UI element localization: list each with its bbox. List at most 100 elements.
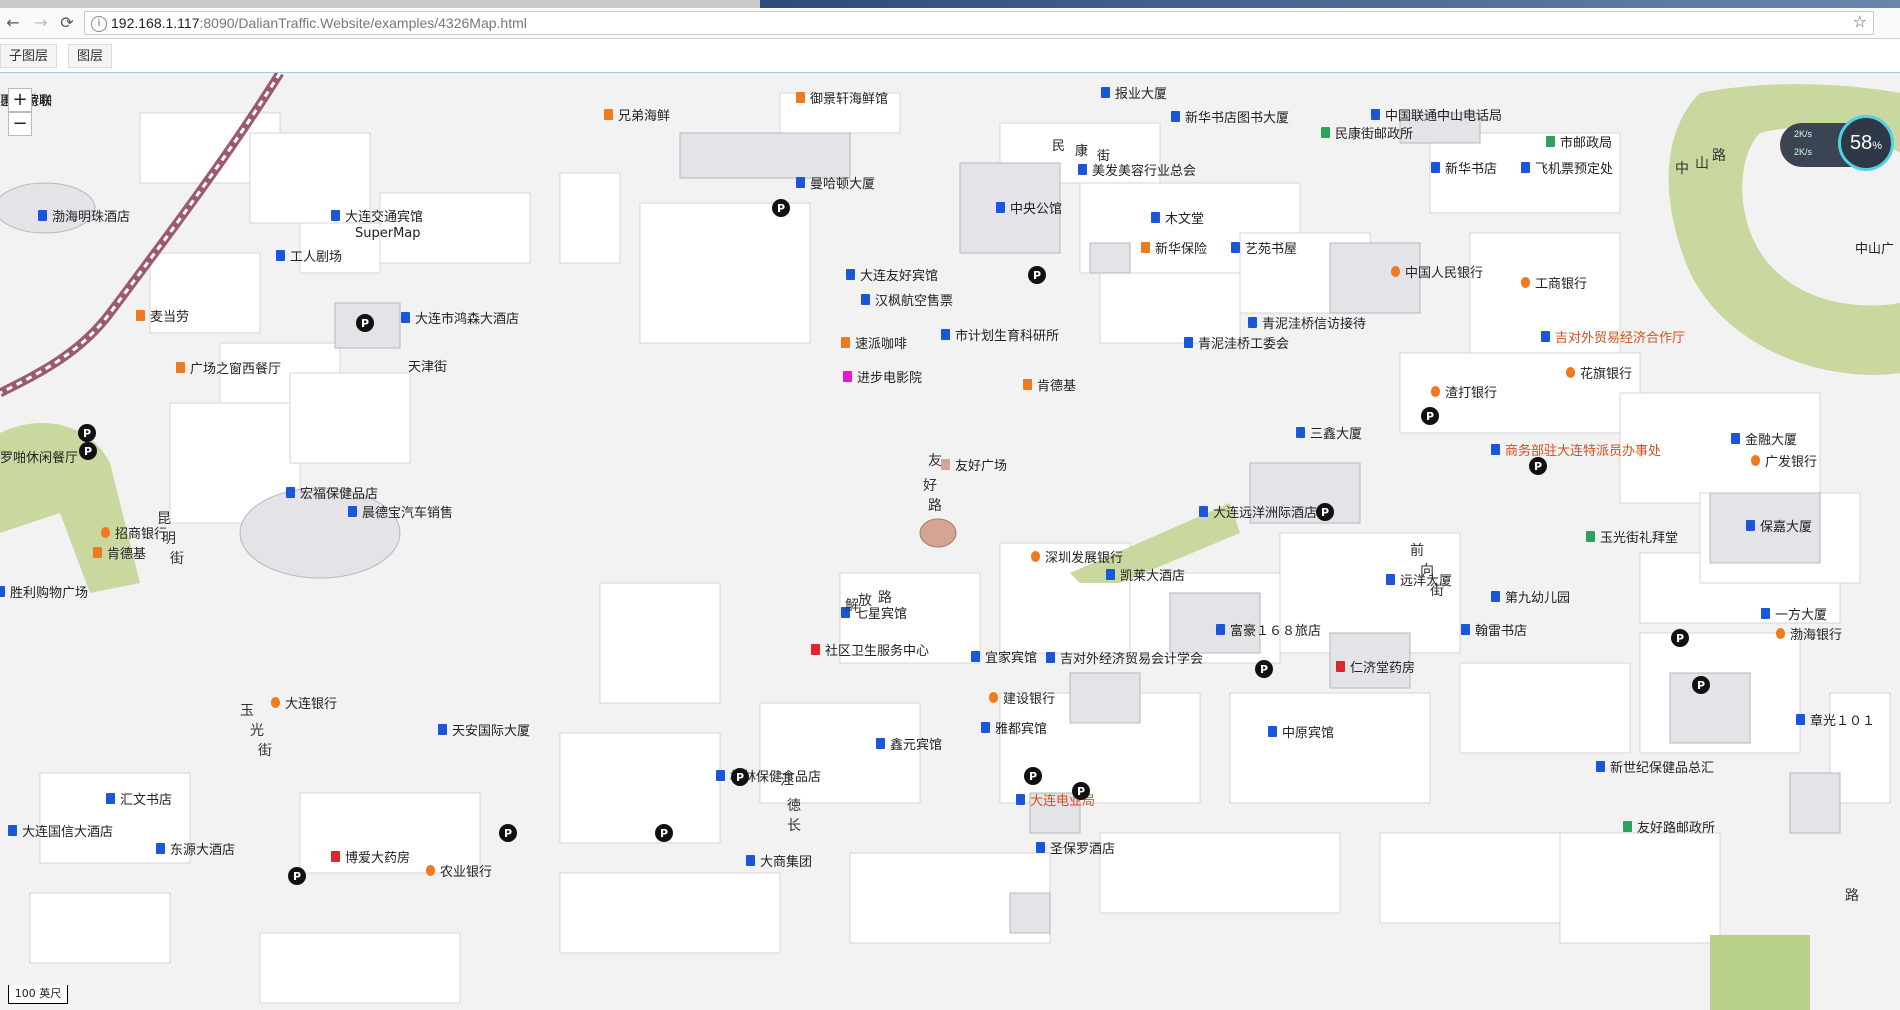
- city-block: [559, 732, 721, 844]
- layer-button[interactable]: 图层: [68, 44, 113, 68]
- url-path: :8090/DalianTraffic.Website/examples/432…: [199, 15, 527, 31]
- city-block: [259, 932, 461, 1004]
- map-canvas[interactable]: 兄弟海鲜 御景轩海鲜馆 报业大厦 新华书店图书大厦 中国联通中山电话局 民康街邮政所 市邮政…: [0, 73, 1900, 1010]
- parking-icon-label: P: [1426, 410, 1434, 423]
- forward-icon[interactable]: →: [30, 12, 52, 34]
- road-label: 街: [1430, 583, 1444, 599]
- reload-icon[interactable]: ⟳: [56, 12, 78, 34]
- insurance-icon: [1141, 242, 1150, 253]
- bookstore-icon: [1231, 242, 1240, 253]
- network-speed-widget[interactable]: 2K/s 2K/s 58%: [1780, 115, 1900, 175]
- building-icon: [1101, 87, 1110, 98]
- fastfood-icon: [136, 310, 145, 321]
- city-block: [29, 892, 171, 964]
- building-icon: [1386, 574, 1395, 585]
- hotel-icon: [1036, 842, 1045, 853]
- map-label: 商务部驻大连特派员办事处: [1505, 443, 1661, 459]
- hotel-icon: [8, 825, 17, 836]
- hotel-icon: [876, 738, 885, 749]
- map-label: 晨德宝汽车销售: [362, 505, 453, 521]
- map-label: 深圳发展银行: [1045, 550, 1123, 566]
- bank-icon: [1566, 367, 1575, 378]
- restaurant-icon: [176, 362, 185, 373]
- map-label: 花旗银行: [1580, 366, 1632, 382]
- city-block: [1229, 692, 1431, 804]
- map-label: 仁济堂药房: [1350, 660, 1415, 676]
- map-label: 农业银行: [440, 865, 492, 880]
- bookmark-star-icon[interactable]: ☆: [1853, 12, 1867, 31]
- map-label: 广场之窗西餐厅: [190, 361, 281, 377]
- hotel-icon: [331, 210, 340, 221]
- map-label: 天安国际大厦: [452, 724, 530, 739]
- map-label: 美发美容行业总会: [1092, 163, 1196, 179]
- parking-icon-label: P: [660, 827, 668, 840]
- hotel-icon: [1199, 506, 1208, 517]
- zoom-in-button[interactable]: +: [8, 88, 32, 112]
- map-label: 翰雷书店: [1475, 624, 1527, 639]
- map-label: 大连友好宾馆: [860, 268, 938, 284]
- post-office-icon: [1623, 821, 1632, 832]
- map-label: 金融大厦: [1745, 432, 1797, 448]
- parking-icon-label: P: [293, 870, 301, 883]
- map-label: 木文堂: [1165, 212, 1204, 227]
- city-block: [1099, 272, 1241, 344]
- building-footprint: [1009, 892, 1051, 934]
- parking-icon-label: P: [1260, 663, 1268, 676]
- map-label: 招商银行: [115, 527, 167, 542]
- city-block: [1559, 832, 1721, 944]
- post-office-icon: [1321, 127, 1330, 138]
- plaza-icon: [941, 459, 950, 470]
- map-label: 民康街邮政所: [1335, 126, 1413, 142]
- post-office-icon: [1546, 136, 1555, 147]
- sublayer-button[interactable]: 子图层: [0, 44, 58, 68]
- back-icon[interactable]: ←: [2, 12, 24, 34]
- theater-icon: [276, 250, 285, 261]
- parking-icon-label: P: [504, 827, 512, 840]
- ticket-icon: [861, 294, 870, 305]
- road-label: 路: [1845, 888, 1859, 904]
- shop-icon: [716, 770, 725, 781]
- research-icon: [941, 329, 950, 340]
- map-label: 中国联通中山电话局: [1385, 109, 1502, 124]
- map-label: 中原宾馆: [1282, 725, 1334, 741]
- road-label: 放: [858, 593, 872, 609]
- usage-gauge: 58%: [1838, 115, 1894, 171]
- info-icon[interactable]: i: [91, 16, 107, 32]
- building-footprint: [1789, 772, 1841, 834]
- bank-icon: [1521, 277, 1530, 288]
- map-label: 进步电影院: [857, 371, 922, 386]
- bookstore-icon: [106, 793, 115, 804]
- building-icon: [1761, 608, 1770, 619]
- hotel-icon: [1216, 624, 1225, 635]
- park-area: [0, 423, 140, 593]
- map-label: 汉枫航空售票: [875, 293, 953, 309]
- map-label: 富豪１６８旅店: [1230, 623, 1321, 639]
- map-label: 大连远洋洲际酒店: [1213, 505, 1317, 521]
- map-label: 建设银行: [1003, 692, 1055, 707]
- city-block: [599, 582, 721, 704]
- bank-icon: [989, 692, 998, 703]
- map-label: 飞机票预定处: [1535, 162, 1613, 177]
- city-block: [559, 872, 781, 954]
- map-label: 街: [1097, 149, 1110, 164]
- city-block: [289, 372, 411, 464]
- zoom-out-button[interactable]: −: [8, 112, 32, 136]
- map-label: 青泥洼桥工委会: [1198, 337, 1289, 352]
- government-icon: [1016, 794, 1025, 805]
- map-label: 友好广场: [955, 458, 1007, 474]
- map-label: 康: [1075, 143, 1088, 159]
- map-label: 大连市鸿森大酒店: [415, 311, 519, 327]
- shop-icon: [1796, 714, 1805, 725]
- park-area: [1710, 935, 1810, 1010]
- hotel-icon: [1268, 726, 1277, 737]
- map-label: 中央公馆: [1010, 202, 1062, 217]
- hotel-icon: [981, 722, 990, 733]
- building-icon: [1746, 520, 1755, 531]
- url-input[interactable]: i 192.168.1.117:8090/DalianTraffic.Websi…: [84, 11, 1874, 35]
- city-block: [639, 202, 811, 344]
- road-label: 前: [1410, 542, 1424, 559]
- hotel-icon: [1106, 569, 1115, 580]
- map-label: 中山广: [1855, 242, 1894, 257]
- bank-icon: [101, 527, 110, 538]
- url-text: 192.168.1.117:8090/DalianTraffic.Website…: [111, 15, 527, 31]
